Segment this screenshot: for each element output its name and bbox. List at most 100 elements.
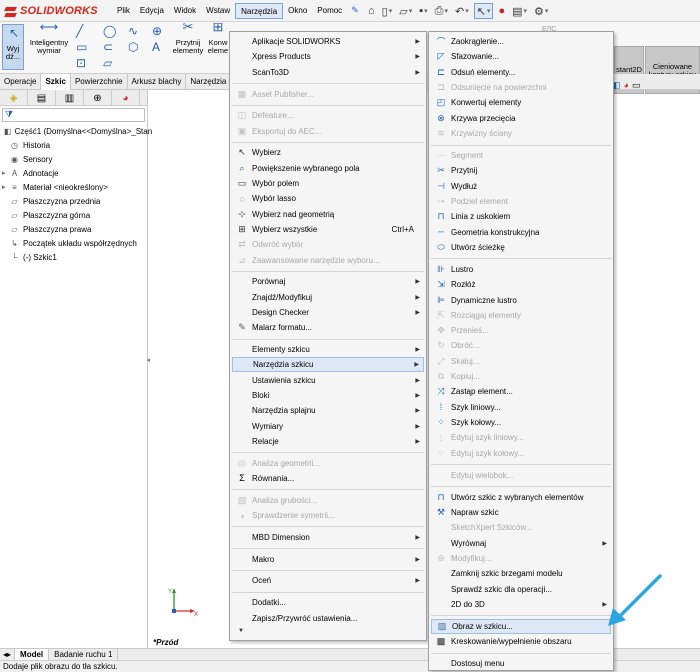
menu-item[interactable]: ⊓ Utwórz szkic z wybranych elementów — [431, 490, 611, 505]
tree-item[interactable]: ◉ Sensory — [0, 153, 147, 167]
pin-icon[interactable]: ✎ — [351, 5, 359, 19]
point-icon[interactable]: ⊡ — [76, 56, 86, 70]
tab-features[interactable]: Operacje — [0, 74, 42, 90]
menu-item[interactable]: Relacje ▶ — [232, 434, 424, 449]
menu-item[interactable]: ⁘ Szyk kołowy... — [431, 415, 611, 430]
dimxpert-icon[interactable]: ⊕ — [84, 90, 112, 106]
menu-item[interactable]: ▨ Obraz w szkicu... — [431, 618, 611, 635]
menu-item[interactable]: Porównaj ▶ — [232, 274, 424, 289]
tab-sketch[interactable]: Szkic — [41, 74, 71, 90]
undo-icon[interactable]: ↶ ▾ — [453, 3, 471, 19]
spline-icon[interactable]: ∿ — [128, 24, 138, 38]
menu-item[interactable]: ⇲ Rozłóż — [431, 277, 611, 292]
menu-item[interactable]: Ustawienia szkicu ▶ — [232, 373, 424, 388]
menu-item[interactable]: ScanTo3D ▶ — [232, 65, 424, 80]
menu-item[interactable]: Design Checker ▶ — [232, 305, 424, 320]
menu-item[interactable]: ╌ Geometria konstrukcyjna — [431, 224, 611, 239]
menu-item[interactable]: Dodatki... — [232, 595, 424, 610]
menu-item[interactable]: Makro ▶ — [232, 552, 424, 567]
menu-item[interactable]: Zapisz/Przywróć ustawienia... — [232, 610, 424, 625]
text-icon[interactable]: A — [152, 40, 160, 54]
menu-item[interactable]: Aplikacje SOLIDWORKS ▶ — [232, 34, 424, 49]
tab-model[interactable]: Model — [15, 648, 50, 661]
tree-item[interactable]: ▱ Płaszczyzna prawa — [0, 223, 147, 237]
menu-item[interactable]: Elementy szkicu ▶ — [232, 342, 424, 357]
open-icon[interactable]: ▱ ▾ — [397, 3, 414, 19]
tree-item[interactable]: ▱ Płaszczyzna przednia — [0, 195, 147, 209]
menu-item[interactable]: ⊗ Krzywa przecięcia — [431, 111, 611, 126]
expand-arrow-icon[interactable]: ▸ — [2, 181, 6, 195]
collapse-handle-icon[interactable]: ◂ — [146, 356, 150, 364]
menu-item[interactable]: ⊏ Odsuń elementy... — [431, 65, 611, 80]
menu-item[interactable]: ⊫ Dynamiczne lustro — [431, 292, 611, 307]
tree-item[interactable]: ↳ Początek układu współrzędnych — [0, 237, 147, 251]
menu-view[interactable]: Widok — [169, 3, 201, 19]
menu-item[interactable]: Σ Równania... — [232, 471, 424, 486]
menu-item[interactable]: Wymiary ▶ — [232, 418, 424, 433]
convert-entities-button[interactable]: ⊞ Konw eleme — [206, 23, 230, 55]
tab-motion-study[interactable]: Badanie ruchu 1 — [49, 648, 119, 661]
bottom-nav-arrows-icon[interactable]: ◂▸ — [0, 648, 16, 661]
display-manager-icon[interactable]: ◕ — [112, 90, 140, 106]
display-settings-icon[interactable]: ▭ — [632, 80, 641, 91]
tree-item[interactable]: ▸ A Adnotacje — [0, 167, 147, 181]
circle-icon[interactable]: ◯ — [103, 24, 116, 38]
menu-item[interactable]: Xpress Products ▶ — [232, 49, 424, 64]
menu-item[interactable]: ⊹ Wybierz nad geometrią — [232, 207, 424, 222]
menu-item[interactable]: 2D do 3D ▶ — [431, 597, 611, 612]
menu-item[interactable]: Dostosuj menu — [431, 656, 611, 671]
menu-item[interactable]: Oceń ▶ — [232, 573, 424, 588]
menu-item[interactable]: Narzędzia szkicu ▶ — [232, 357, 424, 373]
appearance-icon[interactable]: ◕ — [624, 80, 629, 91]
menu-insert[interactable]: Wstaw — [201, 3, 235, 19]
menu-item[interactable]: ◰ Konwertuj elementy — [431, 95, 611, 110]
trim-entities-button[interactable]: ✂ Przytnij elementy — [170, 20, 206, 55]
menu-item[interactable]: Sprawdź szkic dla operacji... — [431, 581, 611, 596]
menu-item[interactable]: ⌕ Powiększenie wybranego pola — [232, 161, 424, 176]
menu-item[interactable]: Wyrównaj ▶ — [431, 536, 611, 551]
menu-item[interactable]: Bloki ▶ — [232, 388, 424, 403]
tab-surfaces[interactable]: Powierzchnie — [71, 74, 128, 90]
menu-item[interactable]: ⊓ Linia z uskokiem — [431, 209, 611, 224]
new-document-icon[interactable]: ▯ ▾ — [380, 3, 395, 19]
save-icon[interactable]: ▪ ▾ — [417, 3, 429, 19]
slot-icon[interactable]: ⊂ — [103, 40, 113, 54]
solidworks-logo[interactable]: SOLIDWORKS — [4, 3, 98, 19]
menu-item[interactable]: ⊣ Wydłuż — [431, 179, 611, 194]
home-icon[interactable]: ⌂ — [366, 3, 377, 19]
plane-tool-icon[interactable]: ▱ — [103, 56, 112, 70]
tree-item[interactable]: ◧ Część1 (Domyślna<<Domyślna>_Stan — [0, 125, 152, 139]
menu-item[interactable]: ▭ Wybór polem — [232, 176, 424, 191]
menu-edit[interactable]: Edycja — [135, 3, 169, 19]
tree-item[interactable]: ◷ Historia — [0, 139, 147, 153]
menu-item[interactable]: ⌒ Zaokrąglenie... — [431, 34, 611, 49]
menu-item[interactable]: ↖ Wybierz — [232, 145, 424, 160]
line-icon[interactable]: ╱ — [76, 24, 83, 38]
menu-item[interactable]: ✂ Przytnij — [431, 163, 611, 178]
expand-arrow-icon[interactable]: ▸ — [2, 167, 6, 181]
filter-icon[interactable]: ⧩ — [2, 108, 145, 122]
menu-item[interactable]: Narzędzia splajnu ▶ — [232, 403, 424, 418]
menu-item[interactable]: ⬭ Utwórz ścieżkę — [431, 240, 611, 255]
polygon-icon[interactable]: ⬡ — [128, 40, 138, 54]
menu-item[interactable]: ⊞ Wybierz wszystkie Ctrl+A — [232, 222, 424, 237]
menu-item[interactable]: Zamknij szkic brzegami modelu — [431, 566, 611, 581]
menu-item[interactable]: ⁞ Szyk liniowy... — [431, 400, 611, 415]
more-items-arrow-icon[interactable]: ▼ — [238, 628, 244, 634]
tree-item[interactable]: ▸ ≡ Materiał <nieokreślony> — [0, 181, 147, 195]
menu-item[interactable]: ◌ Wybór lasso — [232, 191, 424, 206]
menu-item[interactable]: Znajdź/Modyfikuj ▶ — [232, 290, 424, 305]
property-manager-icon[interactable]: ▤ — [28, 90, 56, 106]
tree-item[interactable]: └ (-) Szkic1 — [0, 251, 147, 265]
tree-item[interactable]: ▱ Płaszczyzna górna — [0, 209, 147, 223]
menu-item[interactable]: MBD Dimension ▶ — [232, 530, 424, 545]
select-cursor-icon[interactable]: ↖ ▾ — [473, 3, 494, 19]
options-gear-icon[interactable]: ⚙ ▾ — [532, 3, 550, 19]
rectangle-icon[interactable]: ▭ — [76, 40, 87, 54]
tab-sheet-metal[interactable]: Arkusz blachy — [128, 74, 187, 90]
menu-file[interactable]: Plik — [112, 3, 135, 19]
menu-window[interactable]: Okno — [283, 3, 312, 19]
menu-item[interactable]: ⚒ Napraw szkic — [431, 505, 611, 520]
file-properties-icon[interactable]: ▤ ▾ — [510, 3, 529, 19]
menu-item[interactable]: ◸ Sfazowanie... — [431, 49, 611, 64]
